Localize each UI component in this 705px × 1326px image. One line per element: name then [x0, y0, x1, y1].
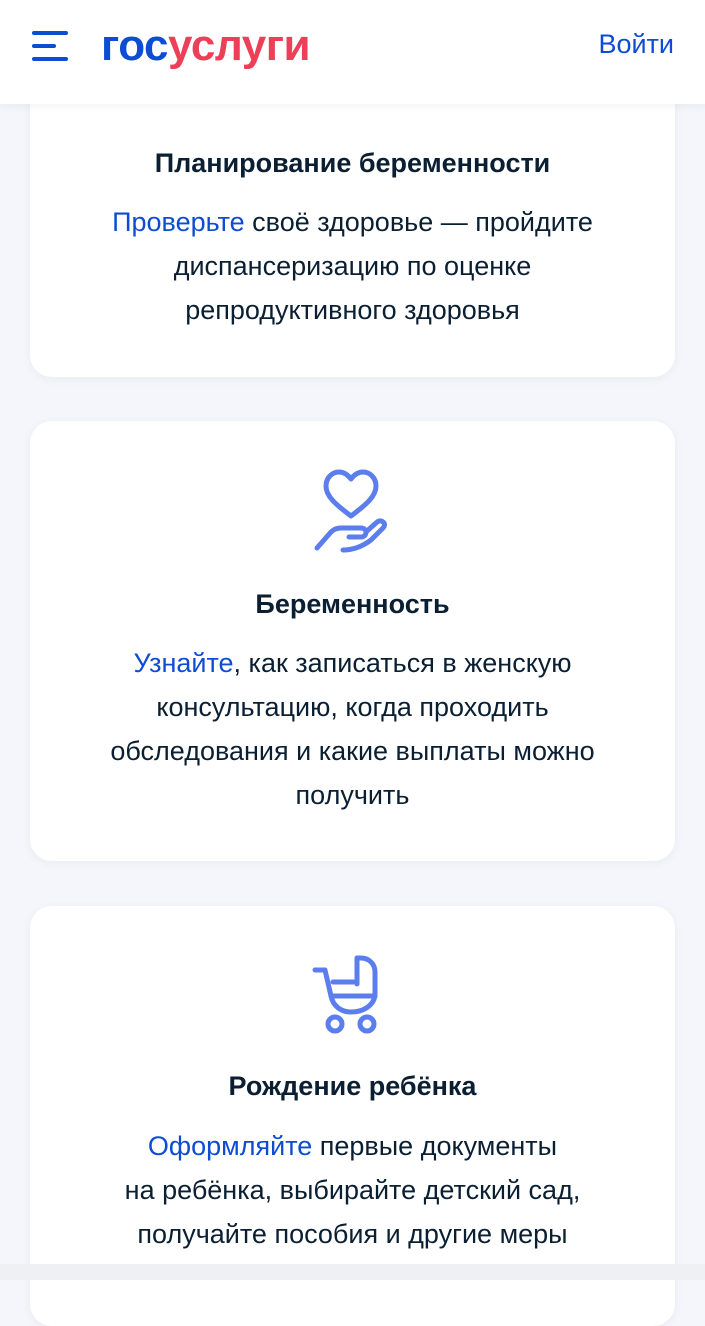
card-text-fragment: первые документы: [312, 1131, 558, 1161]
card-pregnancy-planning: Планирование беременности Проверьте своё…: [30, 60, 675, 377]
card-title: Планирование беременности: [154, 148, 551, 178]
check-health-link[interactable]: Проверьте: [112, 207, 245, 237]
login-button[interactable]: Войти: [598, 28, 674, 60]
card-title: Рождение ребёнка: [228, 1071, 477, 1101]
card-text-fragment: своё здоровье — пройдите: [244, 207, 593, 237]
card-text-line: Оформляйте первые документы: [80, 1124, 625, 1168]
baby-stroller-icon: [311, 954, 395, 1039]
logo-part-uslugi: услуги: [168, 21, 311, 70]
card-text-line: получайте пособия и другие меры: [137, 1219, 568, 1249]
hand-heart-icon: [313, 466, 393, 561]
card-text-line: диспансеризацию по оценке: [173, 251, 532, 281]
card-pregnancy: Беременность Узнайте, как записаться в ж…: [30, 421, 675, 861]
card-childbirth: Рождение ребёнка Оформляйте первые докум…: [30, 906, 675, 1326]
card-text-line: получить: [295, 780, 410, 810]
card-description: Проверьте своё здоровье — пройдите диспа…: [80, 200, 625, 332]
card-text-line: Узнайте, как записаться в женскую: [80, 641, 625, 685]
card-description: Узнайте, как записаться в женскую консул…: [80, 641, 625, 817]
card-text-line: на ребёнка, выбирайте детский сад,: [124, 1175, 581, 1205]
card-text-line: репродуктивного здоровья: [185, 295, 520, 325]
logo-part-gos: гос: [101, 21, 169, 70]
apply-documents-link[interactable]: Оформляйте: [148, 1131, 312, 1161]
gosuslugi-logo[interactable]: госуслуги: [101, 18, 311, 74]
bottom-edge: [0, 1264, 705, 1280]
card-description: Оформляйте первые документы на ребёнка, …: [80, 1124, 625, 1256]
menu-icon[interactable]: [32, 30, 70, 62]
card-text-line: Проверьте своё здоровье — пройдите: [80, 200, 625, 244]
site-header: госуслуги Войти: [0, 0, 705, 104]
learn-more-link[interactable]: Узнайте: [133, 648, 233, 678]
card-title: Беременность: [255, 589, 450, 619]
card-text-fragment: , как записаться в женскую: [233, 648, 572, 678]
card-text-line: обследования и какие выплаты можно: [110, 736, 595, 766]
card-text-line: консультацию, когда проходить: [156, 692, 549, 722]
